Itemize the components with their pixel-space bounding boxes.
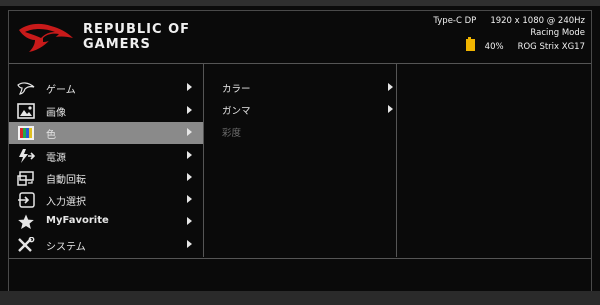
rog-logo: REPUBLIC OF GAMERS xyxy=(17,20,207,56)
chevron-right-icon xyxy=(187,83,192,91)
menu-item-label: MyFavorite xyxy=(46,215,109,226)
battery-icon xyxy=(465,37,475,51)
menu-item-input-select[interactable]: 入力選択 xyxy=(9,189,203,211)
status-info: Type-C DP 1920 x 1080 @ 240Hz Racing Mode… xyxy=(433,15,585,53)
chevron-right-icon xyxy=(187,195,192,203)
sub-menu: カラー ガンマ 彩度 xyxy=(204,64,397,257)
brand-line-2: GAMERS xyxy=(83,37,151,52)
submenu-item-label: カラー xyxy=(222,84,251,95)
menu-item-system[interactable]: システム xyxy=(9,234,203,256)
submenu-item-gamma[interactable]: ガンマ xyxy=(204,99,396,121)
monitor-screen: REPUBLIC OF GAMERS Type-C DP 1920 x 1080 … xyxy=(0,0,600,305)
game-mode: Racing Mode xyxy=(530,28,585,38)
menu-item-label: システム xyxy=(46,242,86,253)
star-icon xyxy=(18,214,34,229)
menu-item-label: 画像 xyxy=(46,108,66,119)
detail-panel xyxy=(397,64,591,257)
chevron-right-icon xyxy=(388,105,393,113)
menu-item-label: 入力選択 xyxy=(46,197,86,208)
bezel-bottom xyxy=(0,291,600,305)
main-menu: ゲーム 画像 色 電源 自動回転 入力選択 MyFavorite システム xyxy=(9,64,204,257)
color-icon xyxy=(18,126,34,140)
submenu-item-label: 彩度 xyxy=(222,128,242,139)
bezel-top xyxy=(0,0,600,6)
menu-item-label: 色 xyxy=(46,130,56,141)
menu-item-color[interactable]: 色 xyxy=(9,122,203,144)
submenu-item-label: ガンマ xyxy=(222,106,251,117)
osd-menu: REPUBLIC OF GAMERS Type-C DP 1920 x 1080 … xyxy=(8,10,592,292)
resolution-text: 1920 x 1080 @ xyxy=(490,16,556,26)
menu-item-power[interactable]: 電源 xyxy=(9,145,203,167)
menu-item-image[interactable]: 画像 xyxy=(9,100,203,122)
menu-item-label: ゲーム xyxy=(46,85,76,96)
battery-level: 40% xyxy=(484,42,504,52)
osd-footer xyxy=(9,258,591,292)
rog-eye-logo-icon xyxy=(19,23,73,52)
chevron-right-icon xyxy=(187,173,192,181)
submenu-item-color[interactable]: カラー xyxy=(204,77,396,99)
menu-item-myfavorite[interactable]: MyFavorite xyxy=(9,211,203,233)
rotate-icon xyxy=(17,171,34,186)
image-icon xyxy=(17,103,35,119)
chevron-right-icon xyxy=(187,151,192,159)
menu-item-label: 自動回転 xyxy=(46,175,86,186)
rog-eye-icon xyxy=(17,82,35,95)
chevron-right-icon xyxy=(187,106,192,114)
brand-text: REPUBLIC OF GAMERS xyxy=(83,22,190,52)
tools-icon xyxy=(18,237,35,252)
model-name: ROG Strix XG17 xyxy=(517,42,585,52)
submenu-item-saturation: 彩度 xyxy=(204,121,396,143)
chevron-right-icon xyxy=(388,83,393,91)
menu-item-label: 電源 xyxy=(46,153,66,164)
input-icon xyxy=(18,192,35,208)
refresh-rate: 240Hz xyxy=(557,16,585,26)
menu-item-auto-rotate[interactable]: 自動回転 xyxy=(9,167,203,189)
chevron-right-icon xyxy=(187,128,192,136)
power-bolt-icon xyxy=(19,149,35,163)
input-source: Type-C DP xyxy=(433,16,477,26)
menu-item-game[interactable]: ゲーム xyxy=(9,77,203,99)
osd-header: REPUBLIC OF GAMERS Type-C DP 1920 x 1080 … xyxy=(9,11,591,64)
brand-line-1: REPUBLIC OF xyxy=(83,22,191,37)
chevron-right-icon xyxy=(187,240,192,248)
chevron-right-icon xyxy=(187,217,192,225)
